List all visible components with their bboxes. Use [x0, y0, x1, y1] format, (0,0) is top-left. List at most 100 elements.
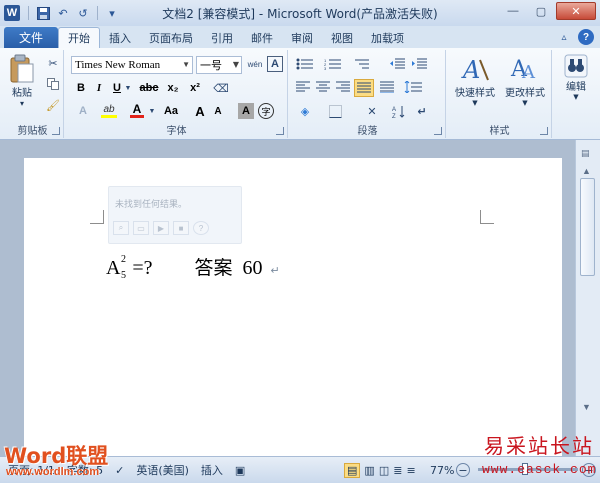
tab-references[interactable]: 引用	[202, 27, 242, 48]
scroll-thumb[interactable]	[580, 178, 595, 276]
bullets-icon[interactable]	[294, 56, 316, 72]
align-right-icon[interactable]	[334, 79, 352, 95]
phonetic-guide-icon[interactable]: wén	[246, 56, 264, 74]
watermark-left-url: www.wordlm.com	[6, 466, 100, 478]
equation[interactable]: A 2 5 =?	[106, 254, 153, 281]
tab-page-layout[interactable]: 页面布局	[140, 27, 202, 48]
decrease-indent-icon[interactable]	[388, 56, 406, 72]
change-case-button[interactable]: Aa	[160, 103, 182, 119]
tab-review[interactable]: 审阅	[282, 27, 322, 48]
chevron-down-icon[interactable]: ▼	[148, 103, 156, 119]
language-indicator[interactable]: 英语(美国)	[130, 457, 195, 483]
char-border-icon[interactable]: A	[267, 56, 283, 72]
maximize-button[interactable]: ▢	[528, 2, 554, 20]
font-name-select[interactable]: Times New Roman ▼	[71, 56, 193, 74]
zoom-level[interactable]: 77%	[424, 457, 460, 483]
zoom-out-button[interactable]: −	[456, 463, 470, 477]
help-icon[interactable]: ?	[578, 29, 594, 45]
copy-icon[interactable]: ▭	[133, 221, 149, 235]
editing-button[interactable]: 编辑 ▼	[556, 54, 596, 101]
play-icon[interactable]: ▶	[153, 221, 169, 235]
copy-icon[interactable]	[46, 77, 60, 91]
paste-button[interactable]: 粘贴 ▾	[6, 54, 38, 108]
underline-button[interactable]: U	[110, 81, 124, 95]
scroll-down-icon[interactable]: ▼	[582, 402, 591, 412]
align-center-icon[interactable]	[314, 79, 332, 95]
superscript-button[interactable]: x²	[186, 81, 204, 95]
align-left-icon[interactable]	[294, 79, 312, 95]
font-color-button[interactable]: A	[128, 103, 146, 119]
close-button[interactable]: ✕	[556, 2, 596, 20]
clipboard-launcher-icon[interactable]	[52, 127, 60, 135]
grow-font-button[interactable]: A	[192, 103, 208, 119]
tab-file[interactable]: 文件	[4, 27, 58, 48]
font-color-swatch	[130, 115, 144, 118]
strikethrough-button[interactable]: abc	[138, 81, 160, 95]
tab-insert[interactable]: 插入	[100, 27, 140, 48]
increase-indent-icon[interactable]	[410, 56, 428, 72]
change-styles-icon: A A	[510, 57, 536, 83]
document-line[interactable]: A 2 5 =? 答案 60 ↵	[106, 253, 280, 281]
tab-view[interactable]: 视图	[322, 27, 362, 48]
insert-mode-indicator[interactable]: 插入	[195, 457, 229, 483]
stop-icon[interactable]: ■	[173, 221, 189, 235]
help-icon[interactable]: ?	[193, 221, 209, 235]
undo-icon[interactable]: ↶	[55, 5, 71, 21]
save-icon[interactable]	[35, 5, 51, 21]
line-spacing-icon[interactable]	[402, 79, 424, 95]
macro-record-icon[interactable]: ▣	[229, 457, 251, 483]
customize-qat-icon[interactable]: ▾	[104, 5, 120, 21]
proofing-icon[interactable]: ✓	[109, 457, 130, 483]
distributed-icon[interactable]	[378, 79, 396, 95]
font-size-select[interactable]: 一号 ▼	[196, 56, 242, 74]
draft-icon[interactable]: ≡	[406, 464, 415, 477]
redo-icon[interactable]: ↺	[75, 5, 91, 21]
change-styles-button[interactable]: A A 更改样式 ▼	[500, 54, 550, 107]
document-page[interactable]: 未找到任何结果。 ⌕ ▭ ▶ ■ ? A 2 5 =? 答案 60 ↵	[24, 158, 562, 458]
tab-home[interactable]: 开始	[58, 27, 100, 48]
paste-dropdown-icon[interactable]: ▾	[20, 99, 24, 108]
styles-launcher-icon[interactable]	[540, 127, 548, 135]
chinese-layout-icon[interactable]: ✕	[360, 103, 384, 119]
ruler-toggle-icon[interactable]: ▤	[581, 148, 594, 161]
print-layout-icon[interactable]: ▤	[344, 462, 361, 478]
web-layout-icon[interactable]: ◫	[379, 464, 389, 477]
chevron-down-icon[interactable]: ▼	[124, 81, 132, 95]
borders-icon[interactable]	[324, 103, 346, 119]
quick-styles-label: 快速样式	[455, 88, 495, 99]
justify-icon[interactable]	[354, 79, 374, 97]
italic-button[interactable]: I	[92, 81, 106, 95]
tab-addins[interactable]: 加载项	[362, 27, 413, 48]
equation-rest: =?	[132, 257, 153, 279]
word-app-icon[interactable]: W	[4, 5, 20, 21]
tab-mailings[interactable]: 邮件	[242, 27, 282, 48]
text-effects-icon[interactable]: A	[72, 103, 94, 119]
view-buttons: ▤ ▥ ◫ ≣ ≡	[338, 457, 422, 483]
multilevel-list-icon[interactable]	[350, 56, 372, 72]
numbering-icon[interactable]: 123	[322, 56, 344, 72]
scroll-up-icon[interactable]: ▲	[582, 166, 591, 176]
show-marks-icon[interactable]: ↵	[414, 103, 430, 119]
sort-icon[interactable]: AZ	[390, 103, 408, 119]
bold-button[interactable]: B	[74, 81, 88, 95]
cut-icon[interactable]: ✂	[46, 56, 60, 70]
minimize-ribbon-icon[interactable]: ▵	[556, 29, 572, 45]
enclose-characters-button[interactable]: 字	[258, 103, 274, 119]
minimize-button[interactable]: —	[500, 2, 526, 20]
chevron-down-icon: ▼	[472, 99, 478, 107]
shading-icon[interactable]: ◈	[294, 103, 316, 119]
highlight-color-button[interactable]: ab	[98, 103, 120, 119]
char-shading-button[interactable]: A	[238, 103, 254, 119]
quick-styles-button[interactable]: A 快速样式 ▼	[450, 54, 500, 107]
outline-icon[interactable]: ≣	[393, 464, 402, 477]
format-painter-icon[interactable]: 🖌	[46, 98, 60, 112]
full-screen-reading-icon[interactable]: ▥	[364, 464, 374, 477]
subscript-button[interactable]: x₂	[164, 81, 182, 95]
vertical-scrollbar[interactable]: ▤ ▲ ▼	[575, 140, 600, 456]
svg-text:A: A	[461, 56, 480, 84]
clear-formatting-icon[interactable]: ⌫	[212, 80, 230, 96]
font-launcher-icon[interactable]	[276, 127, 284, 135]
paragraph-launcher-icon[interactable]	[434, 127, 442, 135]
shrink-font-button[interactable]: A	[210, 103, 226, 119]
search-icon[interactable]: ⌕	[113, 221, 129, 235]
